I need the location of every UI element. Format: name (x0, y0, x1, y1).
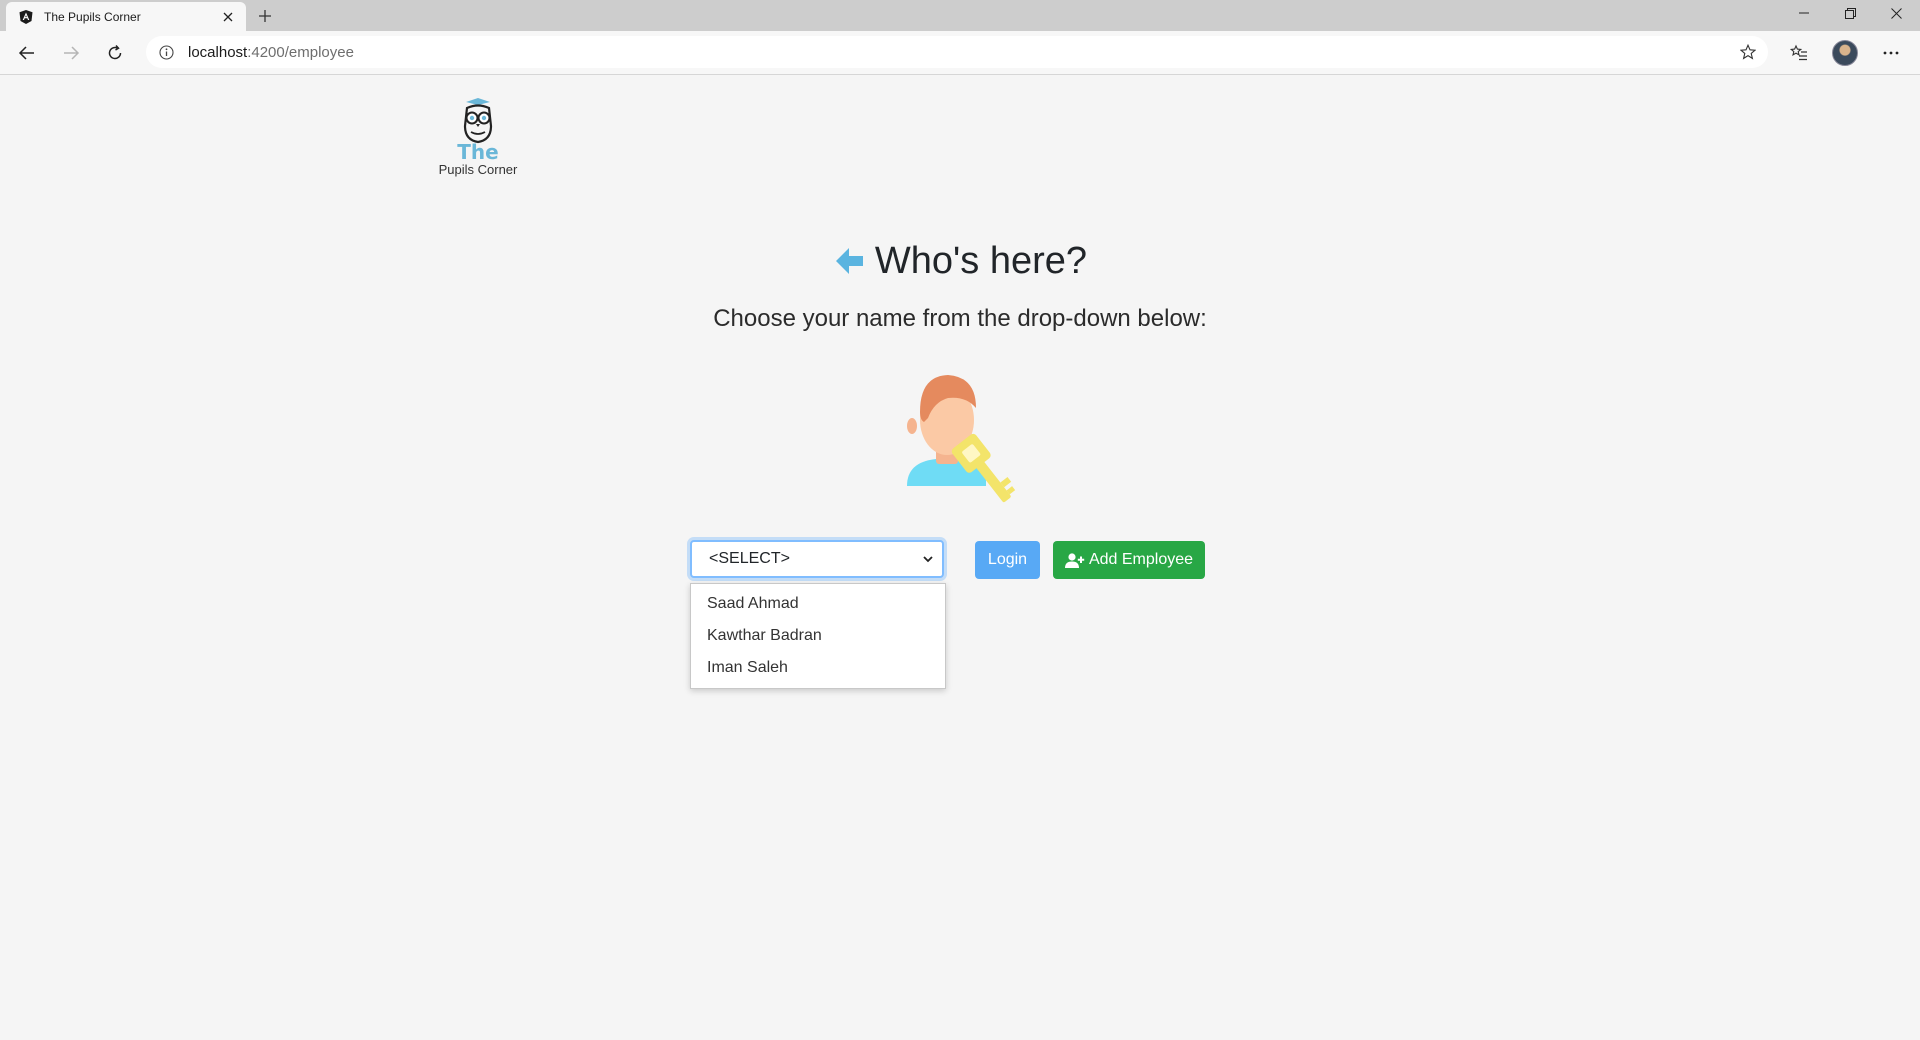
employee-dropdown: Saad Ahmad Kawthar Badran Iman Saleh (690, 583, 946, 689)
site-logo[interactable]: The Pupils Corner (428, 96, 528, 186)
login-button[interactable]: Login (975, 541, 1040, 579)
url-host: localhost (188, 43, 248, 61)
dropdown-option[interactable]: Saad Ahmad (691, 588, 945, 620)
back-arrow-icon[interactable] (833, 244, 867, 278)
user-plus-icon (1064, 552, 1085, 568)
favorites-icon[interactable] (1782, 36, 1816, 70)
logo-title: The (457, 140, 499, 164)
dropdown-option[interactable]: Iman Saleh (691, 652, 945, 684)
employee-select[interactable]: <SELECT> (690, 540, 944, 578)
user-key-illustration (907, 375, 1016, 503)
browser-tab[interactable]: The Pupils Corner (6, 2, 246, 31)
page-heading: Who's here? (0, 236, 1920, 286)
forward-arrow-icon[interactable] (54, 36, 88, 70)
browser-tabstrip: The Pupils Corner (0, 0, 1920, 31)
angular-icon (18, 9, 34, 25)
select-value: <SELECT> (709, 550, 790, 567)
logo-subtitle: Pupils Corner (438, 162, 518, 177)
restore-icon[interactable] (1828, 0, 1872, 26)
add-employee-label: Add Employee (1088, 551, 1194, 568)
page-subtitle: Choose your name from the drop-down belo… (713, 305, 1207, 332)
page-title: Who's here? (874, 239, 1088, 282)
dropdown-option[interactable]: Kawthar Badran (691, 620, 945, 652)
refresh-icon[interactable] (98, 36, 132, 70)
star-icon[interactable] (1738, 42, 1758, 62)
plus-icon[interactable] (252, 4, 278, 28)
address-bar[interactable]: localhost:4200/employee (146, 36, 1768, 68)
info-icon[interactable] (156, 42, 176, 62)
profile-avatar (1832, 40, 1858, 66)
window-close-icon[interactable] (1874, 0, 1918, 26)
back-arrow-icon[interactable] (10, 36, 44, 70)
close-icon[interactable] (216, 5, 240, 29)
url-path: :4200/employee (247, 43, 354, 61)
owl-icon (463, 98, 493, 144)
more-icon[interactable] (1874, 36, 1908, 70)
chevron-down-icon (920, 551, 936, 567)
avatar[interactable] (1828, 36, 1862, 70)
tab-title: The Pupils Corner (44, 9, 141, 24)
minimize-icon[interactable] (1782, 0, 1826, 26)
add-employee-button[interactable]: Add Employee (1053, 541, 1205, 579)
url-text[interactable]: localhost:4200/employee (188, 44, 354, 61)
browser-toolbar: localhost:4200/employee (0, 31, 1920, 75)
